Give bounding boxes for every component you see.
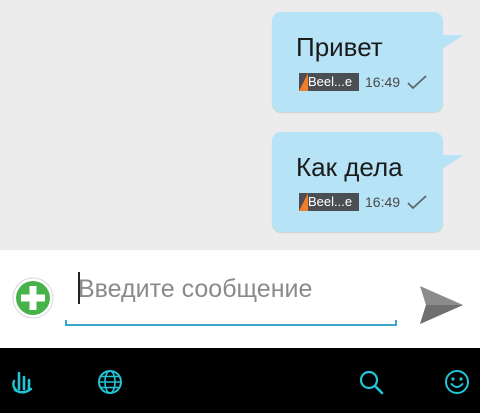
message-bubble[interactable]: Привет Beel...e 16:49 bbox=[272, 12, 464, 112]
message-meta: Beel...e 16:49 bbox=[299, 191, 428, 213]
send-icon[interactable] bbox=[417, 283, 465, 327]
check-icon bbox=[407, 195, 427, 210]
operator-logo-icon bbox=[299, 193, 308, 211]
operator-name: Beel...e bbox=[308, 194, 353, 209]
operator-logo-icon bbox=[299, 73, 308, 91]
message-meta: Beel...e 16:49 bbox=[299, 71, 428, 93]
chat-area: Привет Beel...e 16:49 Как дела Beel...e … bbox=[0, 0, 480, 250]
touchpal-logo-icon[interactable] bbox=[9, 368, 37, 396]
message-time: 16:49 bbox=[365, 74, 401, 90]
input-underline bbox=[65, 320, 397, 326]
message-bubble[interactable]: Как дела Beel...e 16:49 bbox=[272, 132, 464, 232]
message-text: Привет bbox=[296, 32, 383, 62]
message-composer bbox=[0, 250, 480, 348]
operator-badge: Beel...e bbox=[299, 193, 359, 211]
globe-icon[interactable] bbox=[96, 368, 124, 396]
smiley-icon[interactable] bbox=[443, 368, 471, 396]
message-input[interactable] bbox=[78, 269, 388, 309]
operator-name: Beel...e bbox=[308, 74, 353, 89]
check-icon bbox=[407, 75, 427, 90]
message-time: 16:49 bbox=[365, 194, 401, 210]
keyboard-toolbar bbox=[0, 348, 480, 413]
message-text: Как дела bbox=[296, 152, 403, 182]
search-icon[interactable] bbox=[357, 368, 385, 396]
message-input-field[interactable] bbox=[65, 268, 397, 326]
plus-circle-icon[interactable] bbox=[12, 277, 54, 319]
operator-badge: Beel...e bbox=[299, 73, 359, 91]
